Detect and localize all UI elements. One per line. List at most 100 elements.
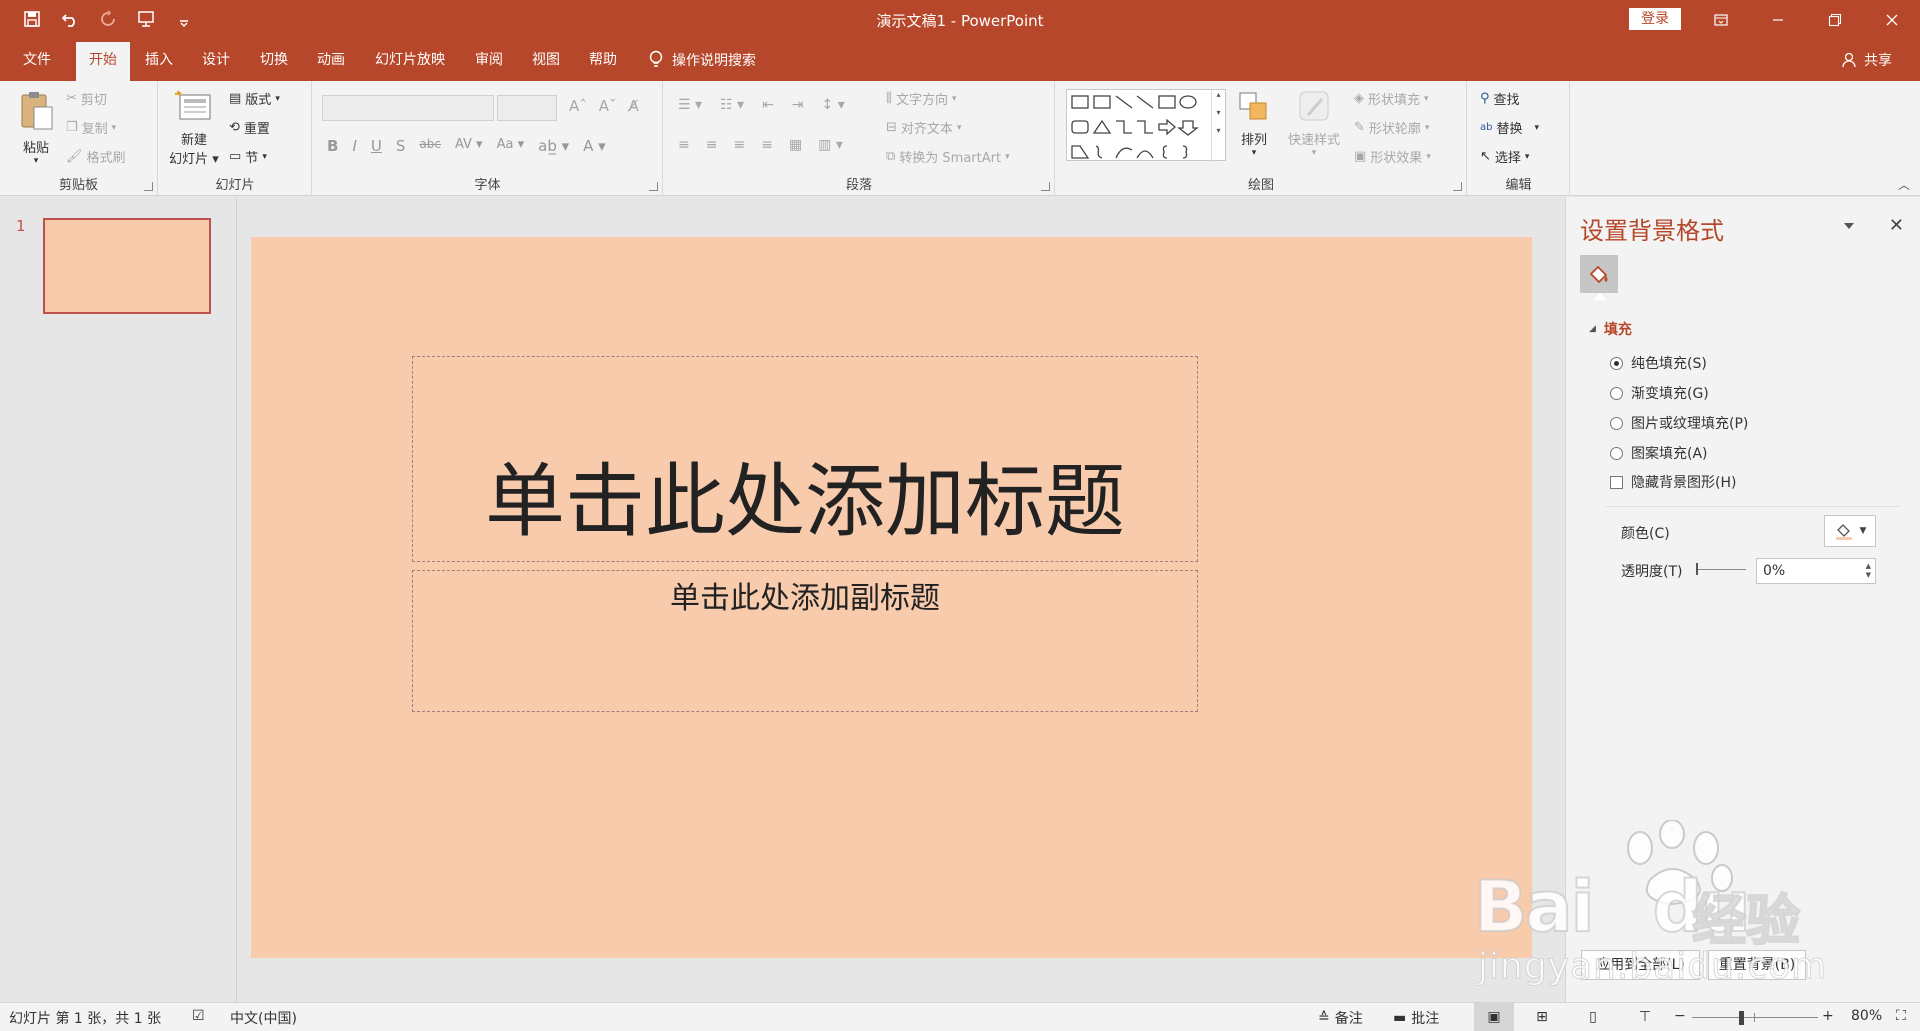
new-slide-button[interactable]: 新建 幻灯片 ▾ <box>165 89 223 167</box>
shapes-gallery-scroll[interactable]: ▴ ▾ ▾ <box>1211 90 1225 162</box>
clipboard-launcher-icon[interactable] <box>144 182 153 191</box>
shape-effects-button[interactable]: ▣ 形状效果 ▾ <box>1354 147 1431 166</box>
reading-view-icon[interactable]: ▯ <box>1573 1003 1613 1031</box>
tab-design[interactable]: 设计 <box>193 39 239 81</box>
tab-view[interactable]: 视图 <box>523 39 569 81</box>
decrease-indent-icon[interactable]: ⇤ <box>762 97 774 113</box>
distributed-icon[interactable]: ▦ <box>789 137 802 153</box>
align-left-icon[interactable]: ≡ <box>678 137 690 153</box>
language-indicator[interactable]: 中文(中国) <box>230 1008 297 1028</box>
slideshow-view-icon[interactable]: ⊤ <box>1625 1003 1665 1031</box>
transparency-slider[interactable] <box>1696 569 1746 570</box>
zoom-out-icon[interactable]: − <box>1674 1008 1686 1024</box>
normal-view-icon[interactable]: ▣ <box>1474 1003 1514 1031</box>
font-name-combo[interactable] <box>322 95 494 121</box>
transparency-input[interactable]: 0% ▲ ▼ <box>1756 558 1876 584</box>
tab-home[interactable]: 开始 <box>76 42 130 81</box>
line-spacing-icon[interactable]: ↕ ▾ <box>822 97 845 113</box>
shrink-font-icon[interactable]: Aˇ <box>599 97 617 115</box>
login-button[interactable]: 登录 <box>1629 8 1681 30</box>
quick-styles-button[interactable]: 快速样式 ▾ <box>1280 89 1348 158</box>
format-painter-button[interactable]: 🖌 格式刷 <box>66 147 126 166</box>
fit-to-window-icon[interactable]: ⛶ <box>1896 1008 1906 1024</box>
select-button[interactable]: ↖ 选择 ▾ <box>1480 147 1529 166</box>
copy-button[interactable]: ❐ 复制 ▾ <box>66 118 116 137</box>
pane-close-icon[interactable]: ✕ <box>1889 215 1904 236</box>
drawing-launcher-icon[interactable] <box>1453 182 1462 191</box>
reset-background-button[interactable]: 重置背景(B) <box>1708 950 1806 980</box>
tab-transitions[interactable]: 切换 <box>251 39 297 81</box>
spinner-arrows-icon[interactable]: ▲ ▼ <box>1866 562 1871 580</box>
paragraph-launcher-icon[interactable] <box>1041 182 1050 191</box>
align-center-icon[interactable]: ≡ <box>706 137 718 153</box>
smartart-button[interactable]: ⧉ 转换为 SmartArt ▾ <box>886 147 1010 166</box>
notes-button[interactable]: ≙ 备注 <box>1318 1008 1363 1028</box>
underline-icon[interactable]: U <box>371 137 382 155</box>
pane-options-icon[interactable] <box>1844 223 1854 229</box>
color-picker-button[interactable]: ▼ <box>1824 515 1876 547</box>
gradient-fill-radio[interactable]: 渐变填充(G) <box>1610 383 1709 403</box>
tab-file[interactable]: 文件 <box>8 39 66 81</box>
section-button[interactable]: ▭ 节 ▾ <box>229 147 267 166</box>
replace-button[interactable]: ab 替换 ▾ <box>1480 118 1539 137</box>
shape-outline-button[interactable]: ✎ 形状轮廓 ▾ <box>1354 118 1429 137</box>
apply-to-all-button[interactable]: 应用到全部(L) <box>1581 950 1700 980</box>
tab-review[interactable]: 审阅 <box>466 39 512 81</box>
ribbon-display-options-icon[interactable] <box>1692 0 1749 39</box>
restore-icon[interactable] <box>1806 0 1863 39</box>
collapse-ribbon-icon[interactable]: ︿ <box>1898 176 1910 193</box>
grow-font-icon[interactable]: Aˆ <box>569 97 587 115</box>
title-placeholder[interactable]: 单击此处添加标题 <box>412 356 1198 562</box>
tab-help[interactable]: 帮助 <box>580 39 626 81</box>
char-spacing-icon[interactable]: AV ▾ <box>455 137 483 155</box>
zoom-slider-thumb[interactable] <box>1739 1011 1744 1025</box>
align-right-icon[interactable]: ≡ <box>733 137 745 153</box>
solid-fill-radio[interactable]: 纯色填充(S) <box>1610 353 1707 373</box>
slide-sorter-icon[interactable]: ⊞ <box>1522 1003 1562 1031</box>
share-button[interactable]: 共享 <box>1842 39 1892 81</box>
clear-formatting-icon[interactable]: A̸ <box>629 97 639 115</box>
zoom-slider[interactable] <box>1692 1017 1818 1018</box>
layout-button[interactable]: ▤ 版式 ▾ <box>229 89 280 108</box>
shapes-gallery[interactable]: ▴ ▾ ▾ <box>1066 89 1226 162</box>
align-text-button[interactable]: ⊟ 对齐文本 ▾ <box>886 118 961 137</box>
fill-tab[interactable] <box>1580 255 1618 293</box>
fill-section-header[interactable]: ◢ 填充 <box>1589 319 1632 339</box>
paste-button[interactable]: 粘贴 ▾ <box>14 89 58 166</box>
justify-icon[interactable]: ≡ <box>761 137 773 153</box>
reset-button[interactable]: ⟲ 重置 <box>229 118 270 137</box>
tab-insert[interactable]: 插入 <box>136 39 182 81</box>
highlight-icon[interactable]: ab̲ ▾ <box>538 137 569 155</box>
slide-thumbnail[interactable] <box>43 218 211 314</box>
italic-icon[interactable]: I <box>352 137 356 155</box>
pattern-fill-radio[interactable]: 图案填充(A) <box>1610 443 1708 463</box>
increase-indent-icon[interactable]: ⇥ <box>792 97 804 113</box>
minimize-icon[interactable] <box>1749 0 1806 39</box>
zoom-level[interactable]: 80% <box>1851 1008 1882 1024</box>
spellcheck-icon[interactable]: ☑ <box>192 1008 205 1024</box>
shadow-icon[interactable]: S <box>396 137 406 155</box>
font-launcher-icon[interactable] <box>649 182 658 191</box>
tab-slideshow[interactable]: 幻灯片放映 <box>365 39 455 81</box>
font-color-icon[interactable]: A ▾ <box>583 137 606 155</box>
close-icon[interactable] <box>1863 0 1920 39</box>
arrange-button[interactable]: 排列 ▾ <box>1232 89 1276 158</box>
find-button[interactable]: ⚲ 查找 <box>1480 89 1520 108</box>
hide-bg-graphics-checkbox[interactable]: 隐藏背景图形(H) <box>1610 472 1736 492</box>
subtitle-placeholder[interactable]: 单击此处添加副标题 <box>412 570 1198 712</box>
bold-icon[interactable]: B <box>327 137 338 155</box>
cut-button[interactable]: ✂ 剪切 <box>66 89 107 108</box>
zoom-in-icon[interactable]: + <box>1822 1008 1834 1024</box>
strikethrough-icon[interactable]: abc <box>419 137 441 155</box>
font-size-combo[interactable] <box>497 95 557 121</box>
picture-fill-radio[interactable]: 图片或纹理填充(P) <box>1610 413 1748 433</box>
text-direction-button[interactable]: ⫼ 文字方向 ▾ <box>886 89 957 108</box>
slide-canvas[interactable]: 单击此处添加标题 单击此处添加副标题 <box>251 237 1532 958</box>
comments-button[interactable]: ▬ 批注 <box>1393 1008 1439 1028</box>
numbering-icon[interactable]: ☷ ▾ <box>720 97 744 113</box>
tell-me-search[interactable]: 操作说明搜索 <box>648 39 756 81</box>
shape-fill-button[interactable]: ◈ 形状填充 ▾ <box>1354 89 1429 108</box>
columns-icon[interactable]: ▥ ▾ <box>818 137 843 153</box>
bullets-icon[interactable]: ☰ ▾ <box>678 97 702 113</box>
transparency-slider-thumb[interactable] <box>1696 563 1698 575</box>
